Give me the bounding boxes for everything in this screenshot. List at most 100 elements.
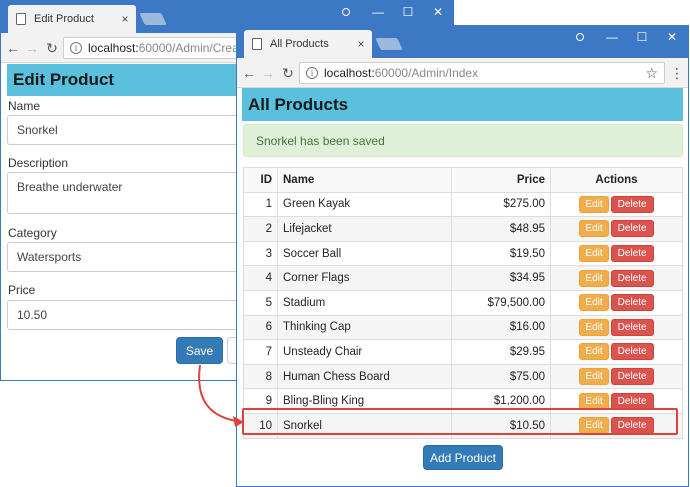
maximize-icon[interactable]: ☐ — [627, 26, 657, 48]
edit-button[interactable]: Edit — [579, 318, 609, 336]
row-id-cell: 4 — [243, 265, 278, 291]
tab-close-icon[interactable]: × — [354, 37, 368, 51]
name-field[interactable]: Snorkel — [7, 115, 247, 145]
edit-button[interactable]: Edit — [579, 195, 609, 213]
save-button[interactable]: Save — [176, 337, 223, 364]
delete-button[interactable]: Delete — [610, 318, 654, 336]
delete-button[interactable]: Delete — [610, 294, 654, 312]
list-window-titlebar: All Products × — ☐ ✕ — [237, 26, 688, 58]
address-bar[interactable]: i localhost: 60000/Admin/Index ☆ — [299, 62, 665, 84]
bookmark-star-icon[interactable]: ☆ — [645, 65, 658, 82]
delete-button[interactable]: Delete — [610, 195, 654, 213]
table-row: 4 Corner Flags $34.95 Edit Delete — [243, 265, 683, 291]
row-actions-cell: Edit Delete — [550, 265, 683, 291]
row-actions-cell: Edit Delete — [550, 216, 683, 242]
table-row: 8 Human Chess Board $75.00 Edit Delete — [243, 363, 683, 390]
tab-edit-product[interactable]: Edit Product × — [8, 5, 136, 33]
edit-button[interactable]: Edit — [579, 220, 609, 238]
new-tab-button[interactable] — [139, 13, 167, 25]
edit-button[interactable]: Edit — [579, 294, 609, 312]
close-window-icon[interactable]: ✕ — [657, 26, 687, 48]
reload-icon[interactable]: ↻ — [43, 39, 61, 57]
column-header-id: ID — [243, 167, 278, 193]
delete-button[interactable]: Delete — [610, 343, 654, 361]
table-row: 1 Green Kayak $275.00 Edit Delete — [243, 191, 683, 218]
category-field[interactable]: Watersports — [7, 242, 247, 272]
menu-icon[interactable]: ⋮ — [668, 64, 686, 82]
category-label: Category — [8, 226, 57, 240]
row-id-cell: 7 — [243, 339, 278, 365]
price-field[interactable]: 10.50 — [7, 300, 247, 330]
edit-button[interactable]: Edit — [579, 343, 609, 361]
row-id-cell: 3 — [243, 240, 278, 267]
success-alert: Snorkel has been saved — [243, 124, 683, 157]
row-id-cell: 6 — [243, 314, 278, 341]
row-name-cell: Stadium — [277, 289, 452, 316]
forward-icon[interactable]: → — [259, 64, 277, 82]
minimize-icon[interactable]: — — [597, 26, 627, 48]
delete-button[interactable]: Delete — [610, 245, 654, 263]
row-name-cell: Soccer Ball — [277, 240, 452, 267]
document-icon — [252, 38, 262, 50]
row-name-cell: Lifejacket — [277, 216, 452, 242]
reload-icon[interactable]: ↻ — [279, 64, 297, 82]
edit-button[interactable]: Edit — [579, 269, 609, 287]
highlight-annotation — [242, 408, 678, 435]
column-header-actions: Actions — [550, 167, 683, 193]
row-actions-cell: Edit Delete — [550, 363, 683, 390]
row-price-cell: $48.95 — [451, 216, 551, 242]
back-icon[interactable]: ← — [240, 64, 258, 82]
new-tab-button[interactable] — [375, 38, 403, 50]
back-icon[interactable]: ← — [4, 39, 22, 57]
user-profile-icon[interactable] — [565, 26, 595, 48]
row-price-cell: $79,500.00 — [451, 289, 551, 316]
table-row: 3 Soccer Ball $19.50 Edit Delete — [243, 240, 683, 267]
delete-button[interactable]: Delete — [610, 220, 654, 238]
row-actions-cell: Edit Delete — [550, 191, 683, 218]
edit-button[interactable]: Edit — [579, 245, 609, 263]
tab-label: Edit Product — [34, 13, 94, 25]
name-label: Name — [8, 99, 41, 113]
page-title: Edit Product — [7, 64, 251, 96]
row-name-cell: Green Kayak — [277, 191, 452, 218]
forward-icon[interactable]: → — [23, 39, 41, 57]
address-bar[interactable]: i localhost: 60000/Admin/Create — [63, 37, 253, 59]
url-path: 60000/Admin/Create — [138, 41, 249, 55]
price-label: Price — [8, 283, 36, 297]
row-price-cell: $19.50 — [451, 240, 551, 267]
tab-all-products[interactable]: All Products × — [244, 30, 372, 58]
minimize-icon[interactable]: — — [363, 1, 393, 23]
row-price-cell: $34.95 — [451, 265, 551, 291]
row-actions-cell: Edit Delete — [550, 240, 683, 267]
page-title: All Products — [242, 88, 683, 121]
user-profile-icon[interactable] — [331, 1, 361, 23]
row-price-cell: $275.00 — [451, 191, 551, 218]
row-id-cell: 2 — [243, 216, 278, 242]
info-icon: i — [306, 67, 318, 79]
url-path: 60000/Admin/Index — [374, 66, 479, 80]
close-window-icon[interactable]: ✕ — [423, 1, 453, 23]
table-row: 6 Thinking Cap $16.00 Edit Delete — [243, 314, 683, 341]
row-price-cell: $29.95 — [451, 339, 551, 365]
row-actions-cell: Edit Delete — [550, 289, 683, 316]
delete-button[interactable]: Delete — [610, 269, 654, 287]
table-row: 7 Unsteady Chair $29.95 Edit Delete — [243, 339, 683, 365]
row-id-cell: 5 — [243, 289, 278, 316]
row-actions-cell: Edit Delete — [550, 339, 683, 365]
row-actions-cell: Edit Delete — [550, 314, 683, 341]
edit-button[interactable]: Edit — [579, 368, 609, 386]
maximize-icon[interactable]: ☐ — [393, 1, 423, 23]
url-host: localhost: — [88, 41, 139, 55]
row-price-cell: $75.00 — [451, 363, 551, 390]
url-host: localhost: — [324, 66, 375, 80]
row-name-cell: Corner Flags — [277, 265, 452, 291]
row-name-cell: Thinking Cap — [277, 314, 452, 341]
delete-button[interactable]: Delete — [610, 368, 654, 386]
screenshot-stage: Edit Product × — ☐ ✕ ← → ↻ i localhost: 6… — [0, 0, 690, 487]
tab-label: All Products — [270, 38, 329, 50]
tab-close-icon[interactable]: × — [118, 12, 132, 26]
add-product-button[interactable]: Add Product — [423, 445, 503, 470]
description-field[interactable]: Breathe underwater — [7, 172, 247, 214]
table-header-row: ID Name Price Actions — [243, 167, 683, 193]
document-icon — [16, 13, 26, 25]
